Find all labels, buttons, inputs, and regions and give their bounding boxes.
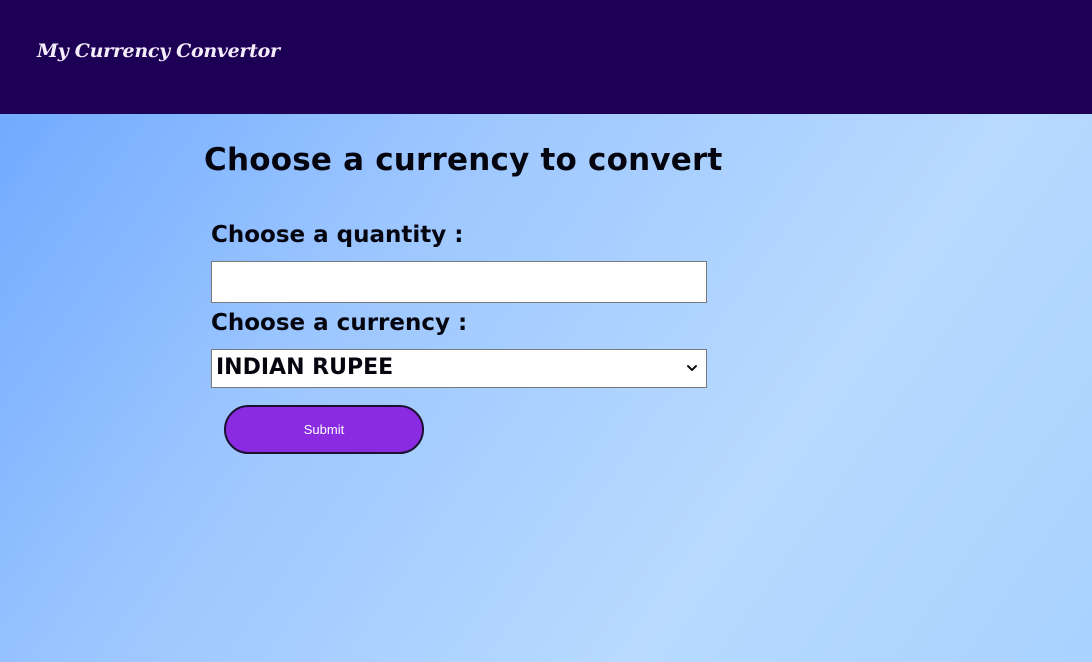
navbar: My Currency Convertor	[0, 0, 1092, 114]
currency-select[interactable]: INDIAN RUPEE	[211, 349, 707, 388]
currency-label: Choose a currency :	[211, 310, 468, 336]
quantity-label: Choose a quantity :	[211, 222, 464, 248]
currency-selected-value: INDIAN RUPEE	[216, 355, 394, 380]
quantity-input[interactable]	[211, 261, 707, 303]
chevron-down-icon	[687, 365, 697, 371]
page-title: Choose a currency to convert	[204, 142, 723, 178]
submit-button[interactable]: Submit	[224, 405, 424, 454]
brand-logo-text[interactable]: My Currency Convertor	[37, 40, 280, 62]
